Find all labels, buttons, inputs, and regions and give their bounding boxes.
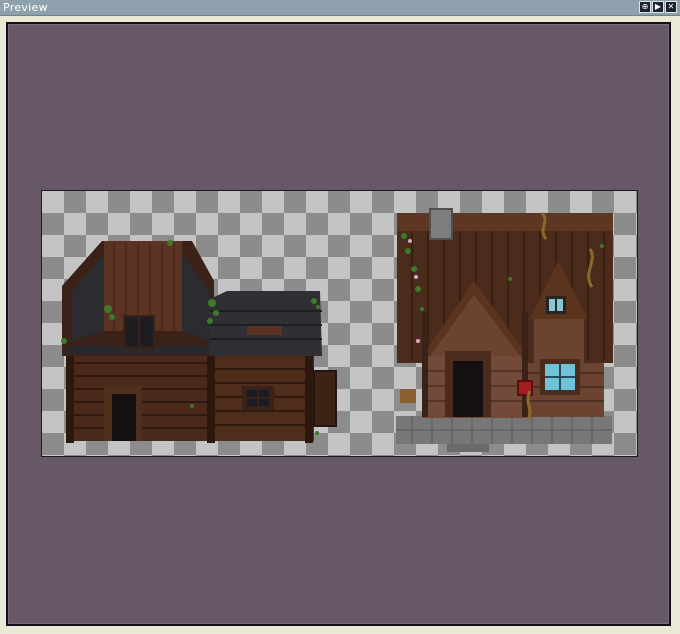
window-title: Preview [3,1,48,14]
close-icon[interactable]: ✕ [665,1,677,13]
farmhouse-sprite [396,208,613,452]
resize-icon[interactable]: ⊕ [639,1,651,13]
title-bar[interactable]: Preview ⊕ ▶ ✕ [0,0,680,16]
play-icon[interactable]: ▶ [652,1,664,13]
sprite-canvas [41,190,638,457]
preview-window: Preview ⊕ ▶ ✕ [0,0,680,634]
